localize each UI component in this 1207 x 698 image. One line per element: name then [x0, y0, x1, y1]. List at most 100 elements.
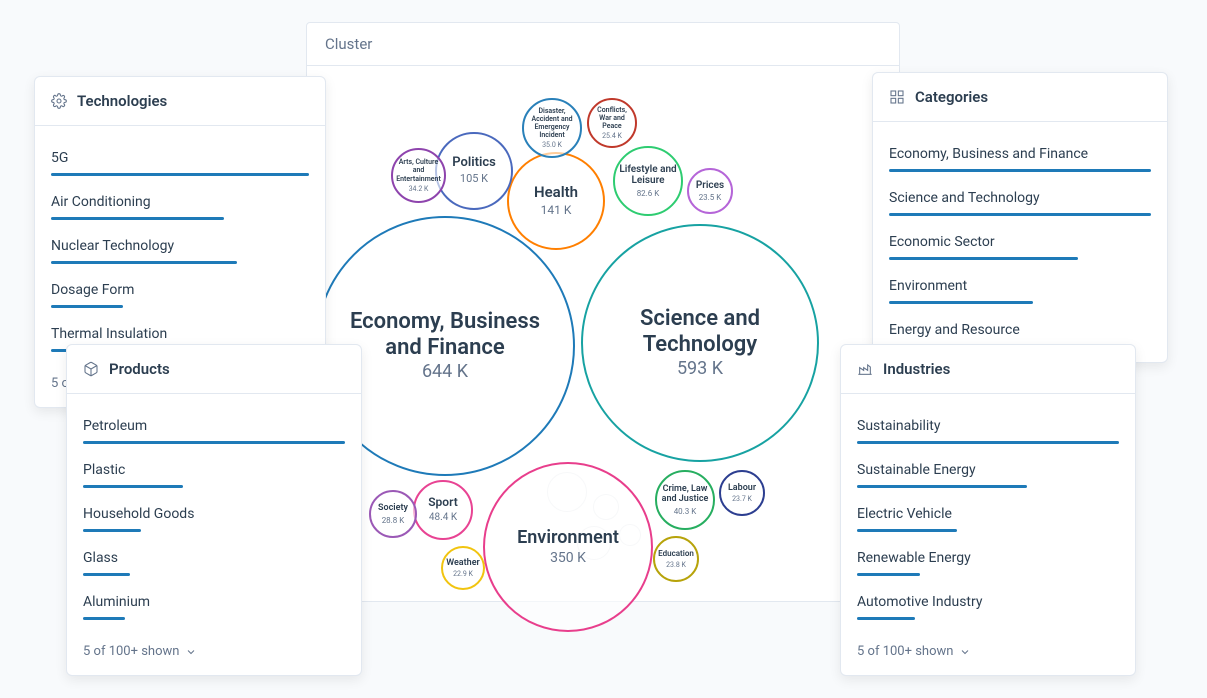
bubble-value: 644 K: [422, 362, 468, 383]
footer-text: 5 of 100+ shown: [83, 644, 179, 659]
facet-item[interactable]: Dosage Form: [51, 272, 309, 316]
facet-products-header[interactable]: Products: [67, 345, 361, 394]
chevron-down-icon: [1103, 359, 1119, 379]
bubble[interactable]: Sport 48.4 K: [413, 480, 473, 540]
bubble[interactable]: Arts, Culture and Entertainment 34.2 K: [391, 148, 446, 203]
bubble[interactable]: Weather 22.9 K: [441, 546, 485, 590]
bubble-label: Crime, Law and Justice: [660, 484, 711, 505]
bubble[interactable]: Environment350 K: [483, 462, 653, 632]
facet-bar: [83, 441, 345, 444]
facet-title: Industries: [883, 360, 1093, 378]
bubble-value: 350 K: [550, 550, 586, 566]
chevron-down-icon: [959, 646, 971, 658]
facet-products-list: PetroleumPlasticHousehold GoodsGlassAlum…: [67, 394, 361, 634]
bubble[interactable]: Health 141 K: [507, 152, 605, 250]
bubble-label: Sport: [428, 496, 458, 510]
facet-item[interactable]: Economic Sector: [889, 224, 1151, 268]
facet-categories-header[interactable]: Categories: [873, 73, 1167, 122]
bubble[interactable]: Politics 105 K: [435, 132, 513, 210]
cluster-chart[interactable]: Economy, Business and Finance644 K Scienc…: [307, 66, 899, 598]
bubble-label: Arts, Culture and Entertainment: [395, 158, 442, 182]
facet-bar: [51, 217, 224, 220]
facet-item[interactable]: Glass: [83, 540, 345, 584]
bubble[interactable]: Disaster, Accident and Emergency Inciden…: [522, 98, 582, 158]
bubble-value: 40.3 K: [674, 507, 697, 516]
bubble-value: 34.2 K: [409, 185, 429, 193]
bubble[interactable]: Society 28.8 K: [369, 490, 417, 538]
bubble[interactable]: Labour23.7 K: [719, 470, 765, 516]
bubble-label: Politics: [452, 156, 496, 171]
facet-item[interactable]: Household Goods: [83, 496, 345, 540]
facet-item[interactable]: Science and Technology: [889, 180, 1151, 224]
gear-icon: [51, 93, 67, 109]
facet-products-footer[interactable]: 5 of 100+ shown: [67, 634, 361, 675]
footer-text: 5 of 100+ shown: [857, 644, 953, 659]
bubble-value: 593 K: [677, 359, 723, 380]
chevron-down-icon: [185, 646, 197, 658]
facet-item[interactable]: Sustainability: [857, 408, 1119, 452]
bubble-label: Economy, Business and Finance: [335, 309, 556, 360]
facet-title: Categories: [915, 88, 1125, 106]
bubble-value: 28.8 K: [382, 516, 405, 525]
chevron-down-icon: [293, 91, 309, 111]
bubble[interactable]: Science and Technology593 K: [581, 224, 819, 462]
bubble[interactable]: Crime, Law and Justice 40.3 K: [655, 470, 715, 530]
facet-item[interactable]: Aluminium: [83, 584, 345, 628]
bubble-value: 141 K: [541, 204, 572, 218]
facet-item[interactable]: Sustainable Energy: [857, 452, 1119, 496]
facet-industries-header[interactable]: Industries: [841, 345, 1135, 394]
facet-item[interactable]: Air Conditioning: [51, 184, 309, 228]
facet-item[interactable]: Nuclear Technology: [51, 228, 309, 272]
bubble-label: Labour: [728, 483, 756, 493]
facet-bar: [857, 485, 1027, 488]
grid-icon: [889, 89, 905, 105]
facet-bar: [857, 441, 1119, 444]
bubble-label: Weather: [446, 558, 480, 568]
cluster-panel: Cluster Economy, Business and Finance644…: [306, 22, 900, 602]
bubble-value: 48.4 K: [429, 512, 457, 524]
facet-categories-list: Economy, Business and FinanceScience and…: [873, 122, 1167, 362]
bubble[interactable]: Education23.8 K: [653, 536, 699, 582]
facet-bar: [857, 573, 920, 576]
bubble-label: Disaster, Accident and Emergency Inciden…: [527, 107, 578, 139]
bubble-value: 105 K: [460, 173, 488, 186]
facet-bar: [857, 617, 915, 620]
bubble-value: 22.9 K: [453, 570, 473, 578]
chevron-down-icon: [1135, 87, 1151, 107]
facet-bar: [889, 301, 1033, 304]
bubble-label: Conflicts, War and Peace: [591, 106, 634, 130]
facet-bar: [83, 573, 130, 576]
bubble-value: 23.8 K: [666, 561, 686, 569]
cluster-header: Cluster: [307, 23, 899, 66]
facet-item[interactable]: Economy, Business and Finance: [889, 136, 1151, 180]
bubble[interactable]: Conflicts, War and Peace25.4 K: [587, 98, 637, 148]
facet-bar: [51, 305, 123, 308]
bubble[interactable]: Prices23.5 K: [687, 168, 733, 214]
facet-item[interactable]: Electric Vehicle: [857, 496, 1119, 540]
facet-products: Products PetroleumPlasticHousehold Goods…: [66, 344, 362, 676]
facet-bar: [51, 173, 309, 176]
facet-industries-list: SustainabilitySustainable EnergyElectric…: [841, 394, 1135, 634]
facet-title: Products: [109, 360, 319, 378]
bubble-label: Science and Technology: [599, 306, 801, 357]
facet-title: Technologies: [77, 92, 283, 110]
facet-item[interactable]: Renewable Energy: [857, 540, 1119, 584]
facet-item[interactable]: Plastic: [83, 452, 345, 496]
bubble-label: Health: [534, 184, 578, 201]
bubble-label: Society: [378, 503, 408, 513]
facet-bar: [51, 261, 237, 264]
facet-item[interactable]: Environment: [889, 268, 1151, 312]
facet-item[interactable]: 5G: [51, 140, 309, 184]
facet-bar: [857, 529, 957, 532]
facet-industries-footer[interactable]: 5 of 100+ shown: [841, 634, 1135, 675]
bubble-value: 23.5 K: [699, 193, 722, 202]
bubble-value: 35.0 K: [542, 141, 562, 149]
facet-item[interactable]: Automotive Industry: [857, 584, 1119, 628]
bubble[interactable]: Lifestyle and Leisure82.6 K: [613, 146, 683, 216]
facet-item[interactable]: Petroleum: [83, 408, 345, 452]
bubble-label: Environment: [517, 528, 619, 549]
facet-technologies-header[interactable]: Technologies: [35, 77, 325, 126]
facet-bar: [83, 529, 141, 532]
facet-bar: [83, 485, 183, 488]
facet-bar: [889, 257, 1078, 260]
